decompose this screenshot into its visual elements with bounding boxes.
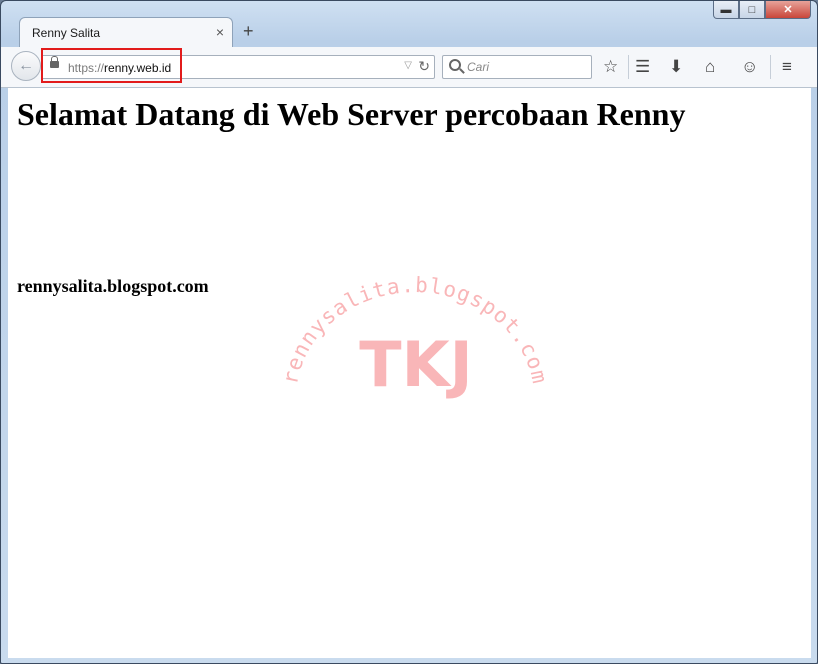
reload-icon[interactable]: ↻ [418,58,430,75]
downloads-icon[interactable]: ⬇ [669,57,683,77]
search-placeholder: Cari [467,60,490,74]
back-button[interactable]: ← [11,51,41,81]
tab-renny-salita[interactable]: Renny Salita × [19,17,233,47]
tab-close-icon[interactable]: × [216,24,224,40]
hello-chat-icon[interactable]: ☺ [741,57,758,77]
toolbar-separator [770,55,771,79]
maximize-button[interactable]: □ [739,1,765,19]
hamburger-menu-icon[interactable]: ≡ [782,57,792,77]
home-icon[interactable]: ⌂ [705,57,715,77]
new-tab-button[interactable]: + [243,21,254,42]
window-controls: ▬ □ ✕ [713,1,811,21]
bookmarks-list-icon[interactable]: ☰ [635,57,650,77]
back-arrow-icon: ← [18,57,34,74]
watermark-tkj: TKJ [359,328,472,401]
search-icon [449,59,461,71]
blog-name: rennysalita.blogspot.com [17,276,209,296]
minimize-button[interactable]: ▬ [713,1,739,19]
toolbar-separator [628,55,629,79]
page-heading: Selamat Datang di Web Server percobaan R… [17,96,686,132]
bookmark-star-icon[interactable]: ☆ [603,57,618,77]
watermark-logo: rennysalita.blogspot.com TKJ [278,273,551,401]
browser-window: Renny Salita × + ▬ □ ✕ ← https://renny.w… [0,0,818,664]
title-bar: Renny Salita × + ▬ □ ✕ [1,1,817,47]
close-window-button[interactable]: ✕ [765,1,811,19]
history-dropdown-icon[interactable]: ▽ [404,60,412,71]
page-content: Selamat Datang di Web Server percobaan R… [8,88,811,658]
search-box[interactable]: Cari [442,55,592,79]
url-highlight-box [41,48,182,83]
tab-title: Renny Salita [32,26,101,40]
